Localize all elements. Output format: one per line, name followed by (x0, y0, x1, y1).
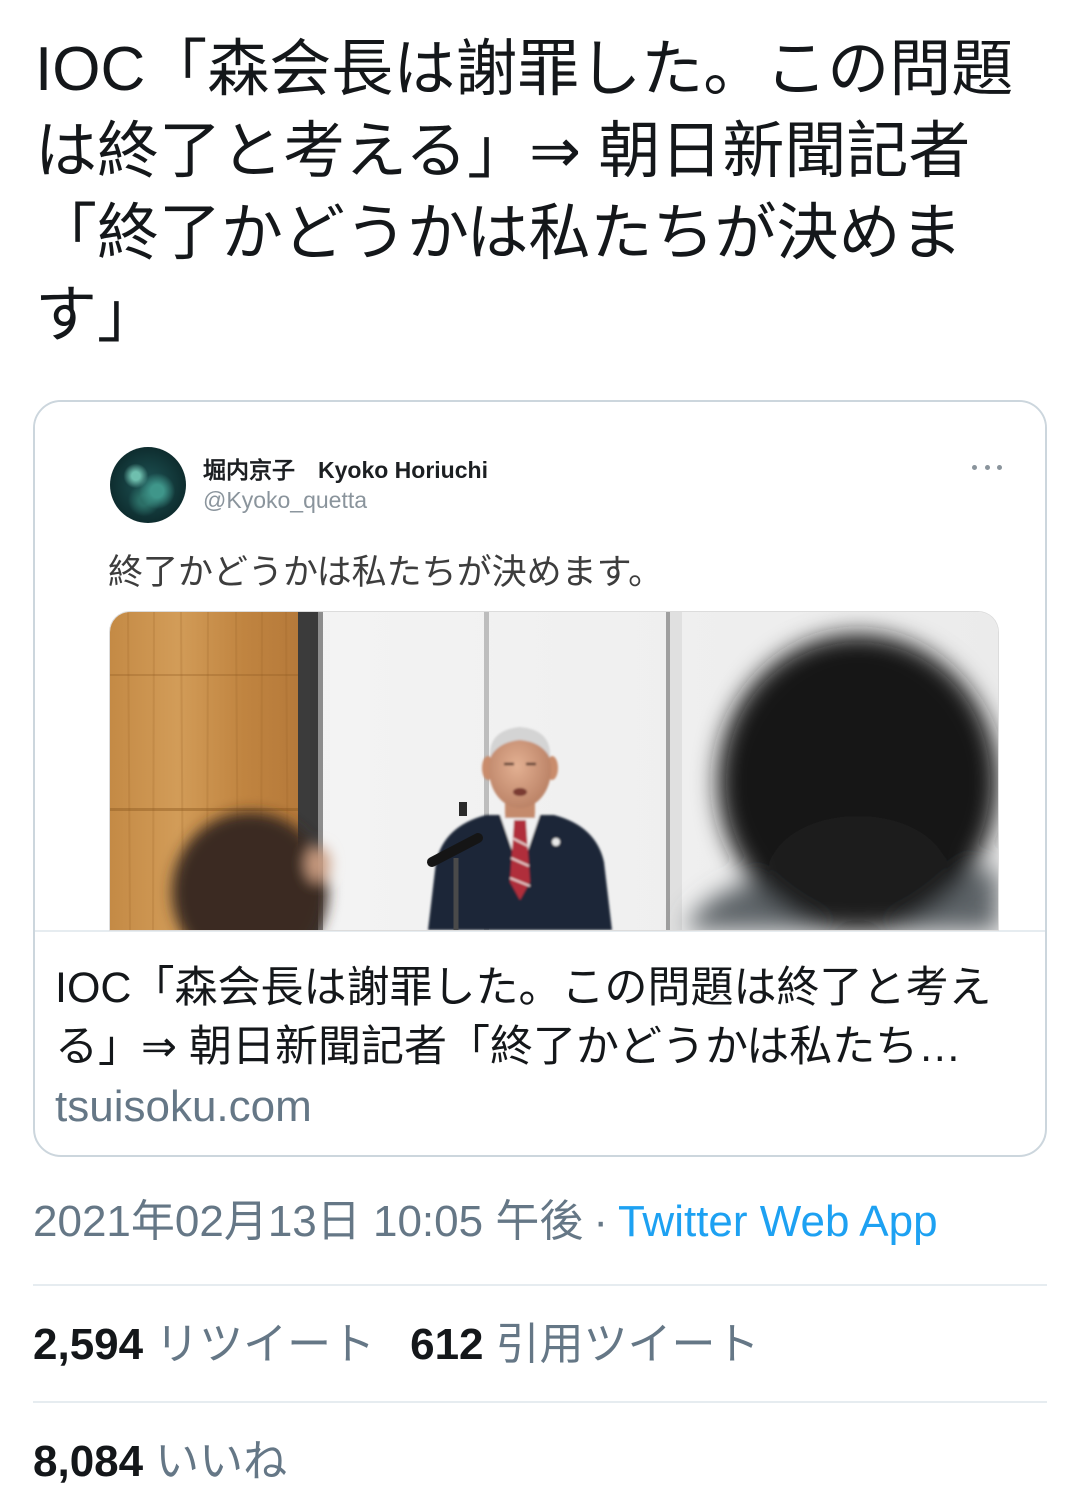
embedded-photo (110, 612, 998, 930)
likes-stats: 8,084 いいね (33, 1436, 287, 1488)
link-card-image: 堀内京子 Kyoko Horiuchi @Kyoko_quetta 終了かどうか… (35, 402, 1045, 932)
likes-link[interactable]: 8,084 いいね (33, 1437, 287, 1486)
retweet-label: リツイート (155, 1320, 376, 1369)
embedded-display-name: 堀内京子 Kyoko Horiuchi (203, 457, 488, 483)
link-card[interactable]: 堀内京子 Kyoko Horiuchi @Kyoko_quetta 終了かどうか… (33, 400, 1047, 1157)
link-card-domain: tsuisoku.com (55, 1082, 312, 1131)
more-options-dot (984, 465, 990, 470)
tweet-text: IOC「森会長は謝罪した。この問題 は終了と考える」⇒ 朝日新聞記者 「終了かど… (35, 29, 1013, 357)
tweet-text-line: は終了と考える」⇒ 朝日新聞記者 (35, 117, 971, 186)
source-link[interactable]: Twitter Web App (618, 1197, 938, 1246)
link-card-body: IOC「森会長は謝罪した。この問題は終了と考え る」⇒ 朝日新聞記者「終了かどう… (35, 932, 1045, 1137)
divider (33, 1284, 1047, 1286)
tweet-text-line: IOC「森会長は謝罪した。この問題 (35, 35, 1014, 104)
like-label: いいね (155, 1437, 288, 1486)
timestamp-link[interactable]: 2021年02月13日 10:05 午後 (33, 1197, 583, 1246)
link-card-title-line: る」⇒ 朝日新聞記者「終了かどうかは私たち… (55, 1023, 962, 1071)
more-options-icon (972, 465, 1002, 471)
embedded-user-avatar (110, 447, 186, 523)
quote-count: 612 (410, 1320, 484, 1369)
more-options-dot (997, 465, 1002, 470)
embedded-tweet-text: 終了かどうかは私たちが決めます。 (108, 553, 664, 592)
engagement-stats: 2,594 リツイート 612 引用ツイート (33, 1315, 760, 1375)
divider (33, 1401, 1047, 1403)
retweets-link[interactable]: 2,594 リツイート (33, 1320, 375, 1369)
link-card-title: IOC「森会長は謝罪した。この問題は終了と考え る」⇒ 朝日新聞記者「終了かどう… (55, 959, 1025, 1077)
press-conference-photo (110, 612, 998, 930)
like-count: 8,084 (33, 1437, 144, 1486)
embedded-handle: @Kyoko_quetta (203, 487, 368, 513)
meta-separator: · (593, 1197, 608, 1246)
quote-label: 引用ツイート (495, 1320, 760, 1369)
retweet-count: 2,594 (33, 1320, 144, 1369)
tweet-text-line: 「終了かどうかは私たちが決めま (35, 199, 963, 268)
link-card-title-line: IOC「森会長は謝罪した。この問題は終了と考え (55, 964, 992, 1012)
more-options-dot (972, 465, 977, 470)
quote-tweets-link[interactable]: 612 引用ツイート (410, 1320, 759, 1369)
tweet-meta: 2021年02月13日 10:05 午後 · Twitter Web App (33, 1194, 938, 1250)
tweet-text-line: す」 (35, 281, 160, 350)
